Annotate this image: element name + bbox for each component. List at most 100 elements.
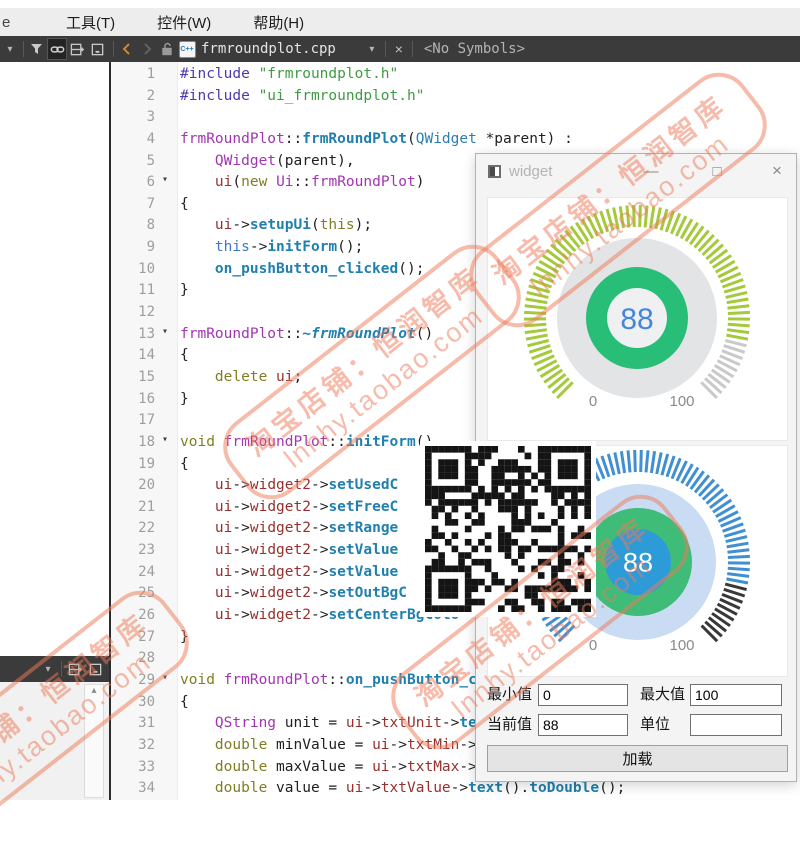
fold-marker (155, 564, 175, 586)
document-dropdown-icon[interactable]: ▾ (362, 38, 382, 60)
fold-marker (155, 694, 175, 716)
fold-marker (155, 131, 175, 153)
gutter-row: 4 (111, 131, 178, 153)
window-icon (488, 165, 501, 178)
fold-marker (155, 239, 175, 261)
line-number: 8 (111, 217, 155, 239)
close-document-icon[interactable]: × (389, 38, 409, 60)
back-icon[interactable] (117, 38, 137, 60)
line-number: 26 (111, 607, 155, 629)
line-number: 4 (111, 131, 155, 153)
gutter-row: 25 (111, 585, 178, 607)
line-number: 12 (111, 304, 155, 326)
min-value-input[interactable] (538, 684, 628, 706)
code-line: #include "frmroundplot.h" (180, 66, 800, 88)
open-document-tab[interactable]: frmroundplot.cpp (201, 41, 336, 57)
load-button[interactable]: 加载 (487, 745, 788, 772)
window-title-bar[interactable]: widget (476, 154, 796, 188)
menu-item-controls[interactable]: 控件(W) (143, 12, 225, 33)
minimize-button[interactable]: — (639, 160, 663, 182)
min-value-label: 最小值 (487, 683, 532, 707)
line-number: 7 (111, 196, 155, 218)
line-number: 2 (111, 88, 155, 110)
current-value-label: 当前值 (487, 713, 532, 737)
fold-marker (155, 629, 175, 651)
gutter-row: 27 (111, 629, 178, 651)
line-number: 19 (111, 456, 155, 478)
svg-text:88: 88 (620, 303, 653, 336)
gutter-row: 8 (111, 217, 178, 239)
fold-marker (155, 369, 175, 391)
gutter-row: 23 (111, 542, 178, 564)
line-number: 16 (111, 391, 155, 413)
symbols-dropdown[interactable]: <No Symbols> (424, 41, 525, 57)
line-number: 5 (111, 153, 155, 175)
gutter-row: 7 (111, 196, 178, 218)
link-with-editor-icon[interactable] (47, 38, 67, 60)
gutter-row: 20 (111, 477, 178, 499)
line-number: 27 (111, 629, 155, 651)
project-sidebar[interactable] (0, 62, 109, 656)
gutter-row: 28 (111, 650, 178, 672)
gutter-row: 34 (111, 780, 178, 800)
line-number: 14 (111, 347, 155, 369)
unit-label: 单位 (640, 713, 670, 737)
line-number: 20 (111, 477, 155, 499)
line-number: 23 (111, 542, 155, 564)
qr-code (420, 441, 596, 617)
close-pane-icon[interactable] (87, 38, 107, 60)
menu-bar: e 工具(T) 控件(W) 帮助(H) (0, 8, 800, 36)
fold-marker (155, 412, 175, 434)
lock-icon[interactable] (157, 38, 177, 60)
gutter-row: 14 (111, 347, 178, 369)
svg-text:100: 100 (669, 393, 694, 410)
fold-marker[interactable]: ▾ (155, 672, 175, 694)
scrollbar[interactable]: ▴ (84, 684, 104, 798)
fold-marker (155, 304, 175, 326)
line-number: 28 (111, 650, 155, 672)
max-value-input[interactable] (690, 684, 782, 706)
close-pane-icon[interactable] (85, 658, 105, 680)
fold-marker[interactable]: ▾ (155, 174, 175, 196)
fold-marker[interactable]: ▾ (155, 326, 175, 348)
separator (113, 41, 114, 57)
max-value-label: 最大值 (640, 683, 685, 707)
menu-item-help[interactable]: 帮助(H) (239, 12, 318, 33)
gutter-row: 21 (111, 499, 178, 521)
separator (23, 41, 24, 57)
gutter-row: 1 (111, 66, 178, 88)
maximize-button[interactable]: □ (705, 160, 729, 182)
fold-marker (155, 347, 175, 369)
dropdown-icon[interactable]: ▾ (0, 38, 20, 60)
fold-marker (155, 109, 175, 131)
dropdown-icon[interactable]: ▾ (38, 658, 58, 680)
cpp-file-icon: C++ (177, 38, 197, 60)
fold-marker (155, 520, 175, 542)
line-number: 30 (111, 694, 155, 716)
line-number: 31 (111, 715, 155, 737)
fold-marker (155, 759, 175, 781)
unit-input[interactable] (690, 714, 782, 736)
forward-icon[interactable] (137, 38, 157, 60)
fold-marker[interactable]: ▾ (155, 434, 175, 456)
line-number: 1 (111, 66, 155, 88)
gutter-row: 30 (111, 694, 178, 716)
line-number: 22 (111, 520, 155, 542)
line-number-gutter: 123456▾78910111213▾1415161718▾1920212223… (111, 66, 178, 800)
current-value-input[interactable] (538, 714, 628, 736)
line-number: 10 (111, 261, 155, 283)
gutter-row: 9 (111, 239, 178, 261)
gutter-row: 26 (111, 607, 178, 629)
line-number: 34 (111, 780, 155, 800)
menu-item-partial[interactable]: e (2, 14, 52, 31)
filter-icon[interactable] (27, 38, 47, 60)
menu-item-tools[interactable]: 工具(T) (52, 12, 129, 33)
split-icon[interactable] (67, 38, 87, 60)
gutter-row: 29▾ (111, 672, 178, 694)
split-icon[interactable] (65, 658, 85, 680)
fold-marker (155, 715, 175, 737)
bottom-pane-header: ▾ (0, 656, 109, 682)
close-button[interactable]: × (765, 160, 789, 182)
fold-marker (155, 542, 175, 564)
gutter-row: 33 (111, 759, 178, 781)
